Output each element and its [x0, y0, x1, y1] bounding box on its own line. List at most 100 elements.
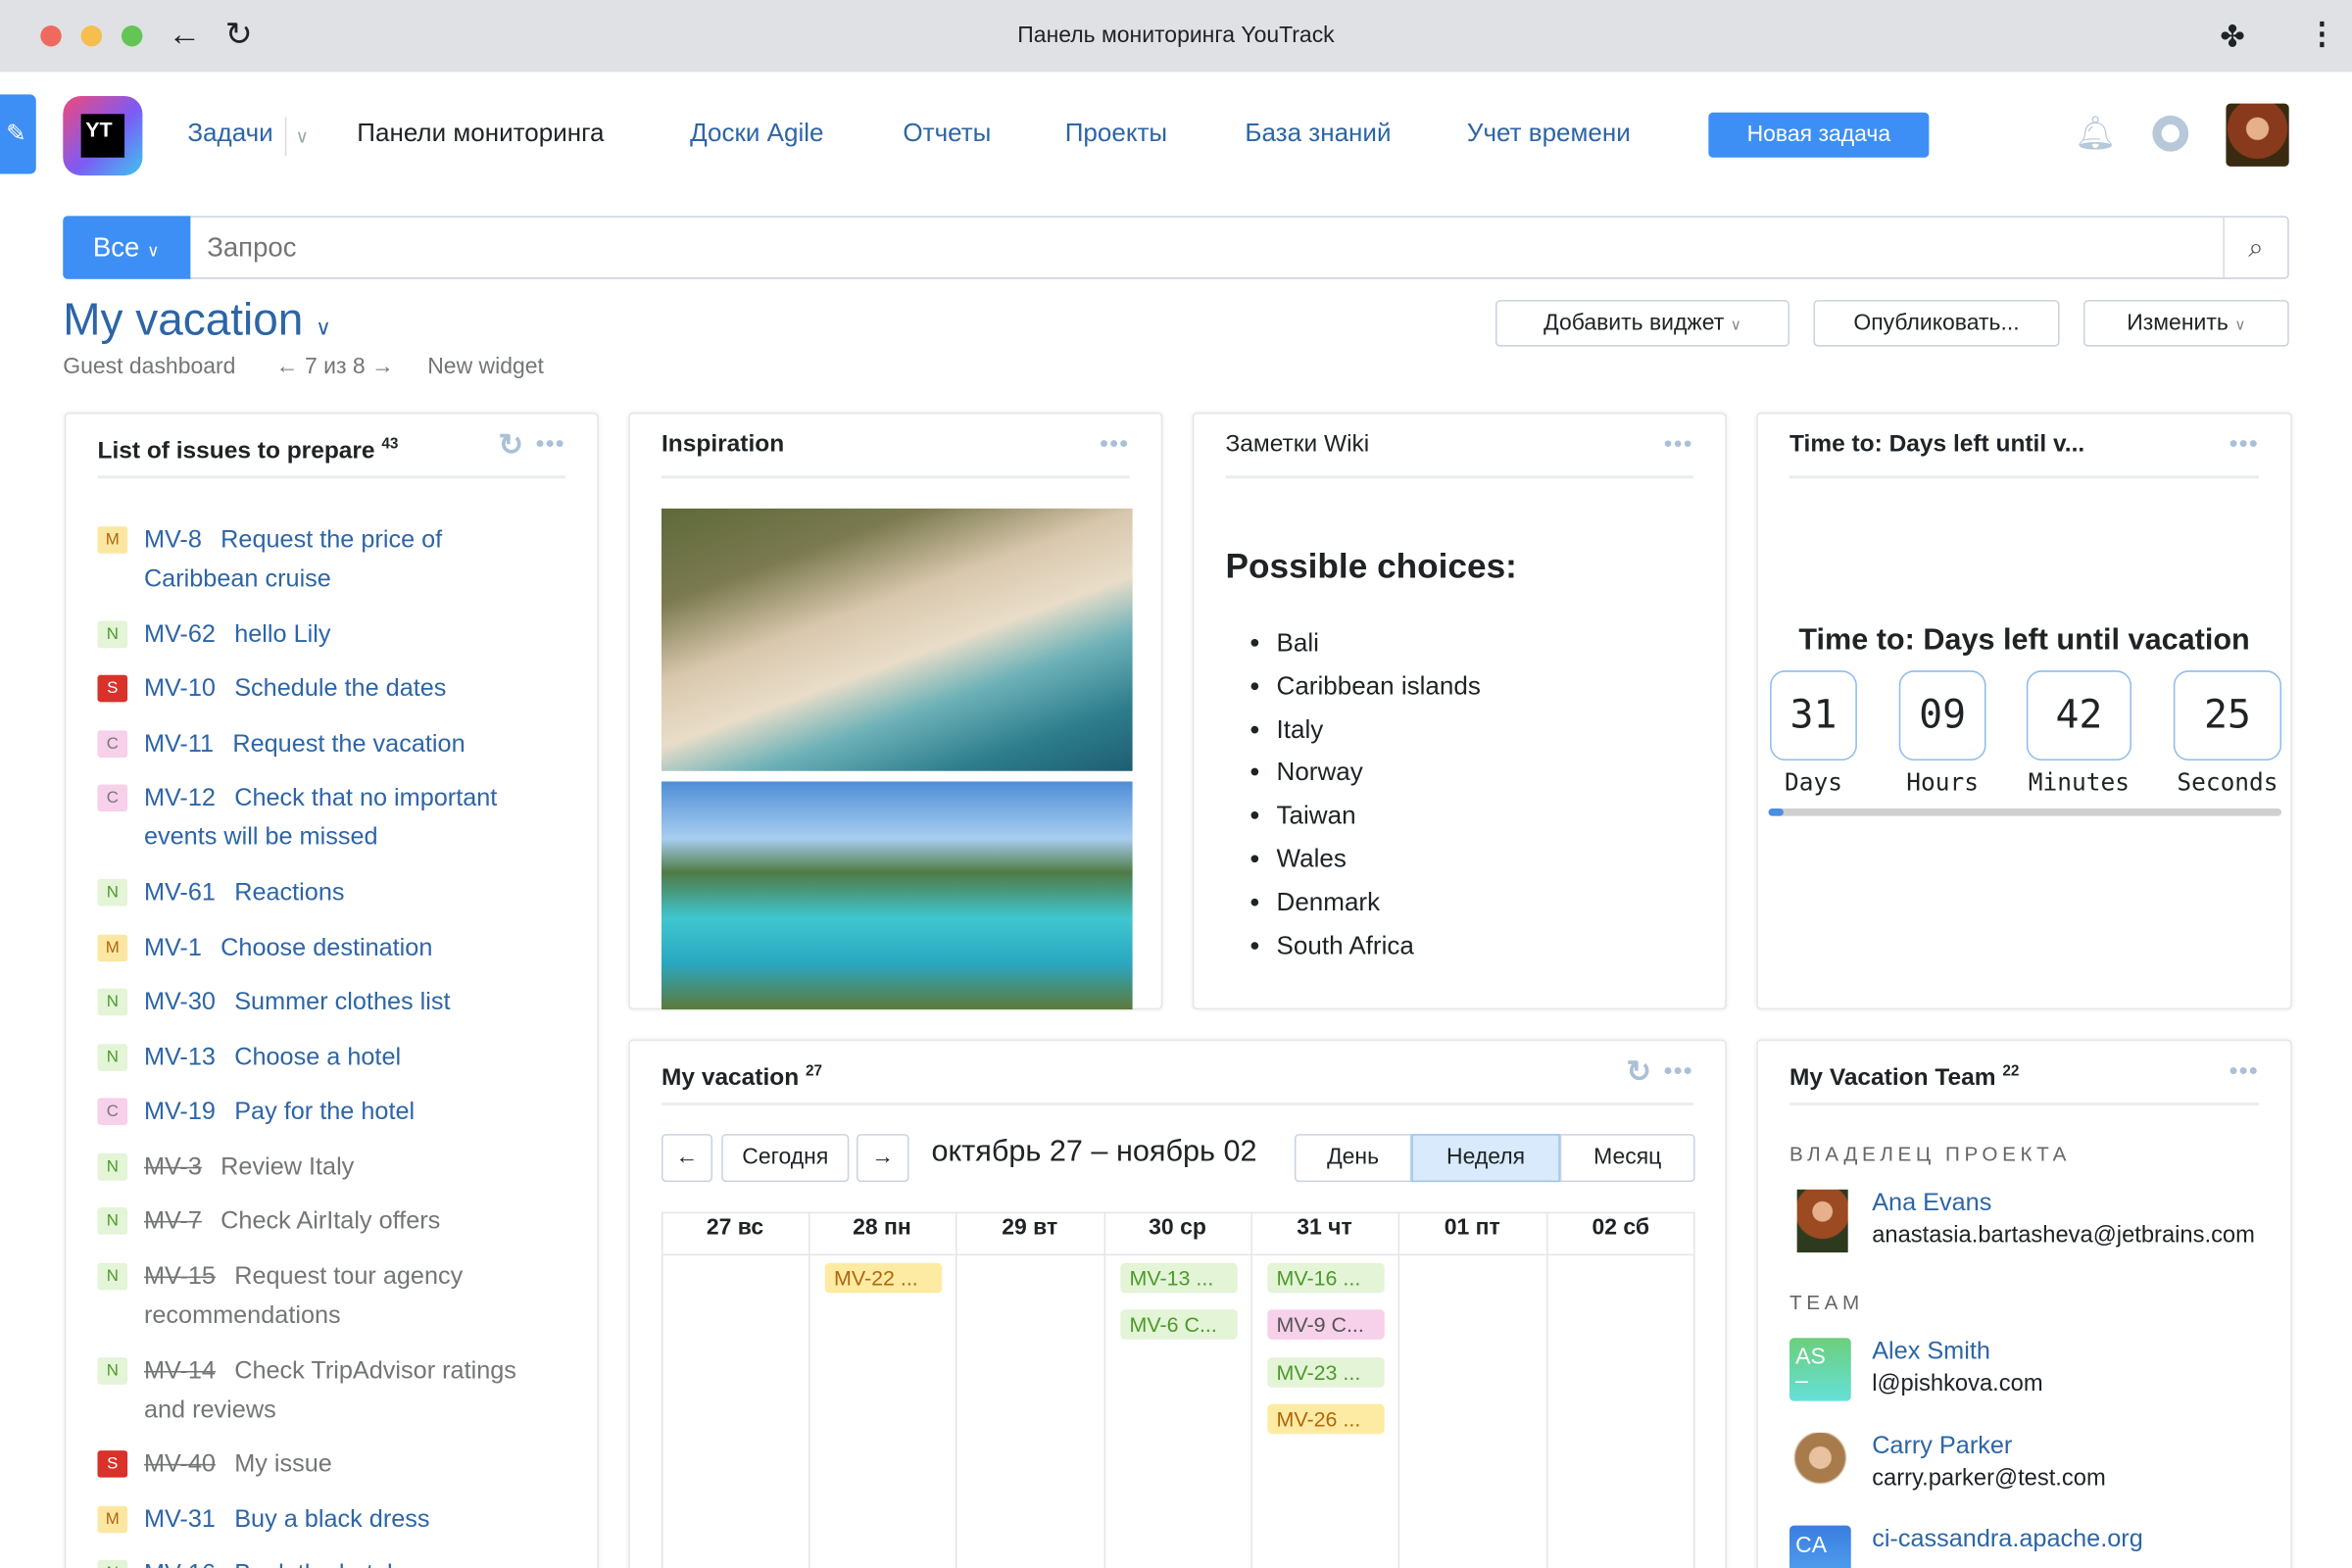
refresh-icon[interactable]: ↻: [1627, 1041, 1652, 1103]
view-week-tab[interactable]: Неделя: [1411, 1134, 1560, 1183]
nav-agile-boards[interactable]: Доски Agile: [690, 119, 823, 149]
calendar-event[interactable]: MV-13 ...: [1120, 1262, 1238, 1294]
widget-menu-icon[interactable]: •••: [536, 414, 565, 476]
publish-button[interactable]: Опубликовать...: [1813, 300, 2060, 347]
refresh-icon[interactable]: ↻: [499, 414, 524, 476]
nav-issues[interactable]: Задачи: [187, 119, 272, 149]
view-month-tab[interactable]: Месяц: [1559, 1134, 1695, 1183]
member-name[interactable]: Alex Smith: [1872, 1338, 1990, 1366]
issues-chevron-down-icon[interactable]: ∨: [284, 117, 309, 157]
issue-summary[interactable]: hello Lily: [234, 621, 330, 649]
issue-id[interactable]: MV-62: [144, 621, 216, 649]
issue-item[interactable]: N MV-14 Check TripAdvisor ratings and rev…: [97, 1351, 547, 1430]
calendar-event[interactable]: MV-26 ...: [1267, 1403, 1385, 1435]
nav-reports[interactable]: Отчеты: [903, 119, 991, 149]
issue-item[interactable]: M MV-8 Request the price of Caribbean cru…: [97, 520, 547, 599]
issue-id[interactable]: MV-19: [144, 1098, 216, 1125]
search-input[interactable]: [191, 217, 2221, 278]
nav-knowledge-base[interactable]: База знаний: [1245, 119, 1391, 149]
edit-button[interactable]: Изменить ∨: [2083, 300, 2289, 347]
issue-summary[interactable]: Summer clothes list: [234, 989, 450, 1016]
issue-id[interactable]: MV-13: [144, 1044, 216, 1071]
issue-summary[interactable]: Schedule the dates: [234, 675, 446, 703]
issue-item[interactable]: N MV-30 Summer clothes list: [97, 983, 547, 1022]
nav-dashboards[interactable]: Панели мониторинга: [357, 119, 604, 149]
user-avatar[interactable]: [2226, 103, 2289, 167]
member-name[interactable]: ci-cassandra.apache.org: [1872, 1526, 2143, 1554]
issue-id[interactable]: MV-15: [144, 1263, 216, 1291]
issue-item[interactable]: M MV-31 Buy a black dress: [97, 1500, 547, 1540]
issue-id[interactable]: MV-30: [144, 989, 216, 1016]
search-scope-select[interactable]: Все ∨: [63, 216, 191, 279]
issue-id[interactable]: MV-1: [144, 935, 202, 962]
issue-item[interactable]: N MV-16 Book the hotel: [97, 1554, 547, 1568]
calendar-event[interactable]: MV-16 ...: [1267, 1262, 1385, 1294]
issue-id[interactable]: MV-12: [144, 785, 216, 812]
issue-item[interactable]: S MV-10 Schedule the dates: [97, 669, 547, 709]
next-dashboard-icon[interactable]: →: [371, 354, 394, 379]
help-icon[interactable]: [2152, 115, 2189, 152]
dashboard-title[interactable]: My vacation ∨: [63, 296, 330, 347]
issue-id[interactable]: MV-10: [144, 675, 216, 703]
issue-item[interactable]: N MV-62 hello Lily: [97, 615, 547, 655]
calendar-event[interactable]: MV-9 C...: [1267, 1309, 1385, 1341]
calendar-event[interactable]: MV-6 C...: [1120, 1309, 1238, 1341]
issue-item[interactable]: N MV-61 Reactions: [97, 873, 547, 912]
widget-menu-icon[interactable]: •••: [1100, 414, 1129, 476]
issue-summary[interactable]: Review Italy: [220, 1153, 354, 1181]
widget-menu-icon[interactable]: •••: [1664, 414, 1693, 476]
widget-menu-icon[interactable]: •••: [1664, 1041, 1693, 1103]
hours-label: Hours: [1906, 767, 1979, 797]
issue-id[interactable]: MV-3: [144, 1153, 202, 1181]
issue-id[interactable]: MV-40: [144, 1450, 216, 1478]
issue-summary[interactable]: Reactions: [234, 879, 344, 906]
issue-summary[interactable]: Book the hotel: [234, 1560, 392, 1568]
youtrack-logo[interactable]: YT: [63, 95, 143, 176]
issue-item[interactable]: C MV-11 Request the vacation: [97, 724, 547, 763]
issue-item[interactable]: S MV-40 My issue: [97, 1445, 547, 1484]
browser-menu-icon[interactable]: ⋮: [2307, 15, 2337, 52]
prev-dashboard-icon[interactable]: ←: [276, 354, 299, 379]
issue-id[interactable]: MV-8: [144, 526, 202, 554]
issue-summary[interactable]: Choose a hotel: [234, 1044, 401, 1071]
issue-item[interactable]: N MV-15 Request tour agency recommendatio…: [97, 1257, 547, 1336]
new-issue-button[interactable]: Новая задача: [1708, 112, 1930, 158]
issue-id[interactable]: MV-31: [144, 1506, 216, 1534]
issue-id[interactable]: MV-11: [144, 730, 214, 758]
issue-summary[interactable]: My issue: [234, 1450, 332, 1478]
issue-item[interactable]: N MV-3 Review Italy: [97, 1148, 547, 1187]
calendar-event[interactable]: MV-22 ...: [824, 1262, 943, 1294]
widget-menu-icon[interactable]: •••: [2230, 1041, 2259, 1103]
issue-item[interactable]: N MV-13 Choose a hotel: [97, 1038, 547, 1077]
issue-summary[interactable]: Pay for the hotel: [234, 1098, 415, 1125]
issue-item[interactable]: C MV-12 Check that no important events wi…: [97, 778, 547, 857]
issue-summary[interactable]: Request the vacation: [232, 730, 465, 758]
issue-id[interactable]: MV-61: [144, 879, 216, 906]
view-day-tab[interactable]: День: [1294, 1134, 1412, 1183]
member-name[interactable]: Ana Evans: [1872, 1190, 1991, 1218]
next-week-button[interactable]: →: [856, 1134, 909, 1183]
nav-projects[interactable]: Проекты: [1065, 119, 1167, 149]
prev-week-button[interactable]: ←: [661, 1134, 713, 1183]
calendar-event[interactable]: MV-23 ...: [1267, 1356, 1385, 1388]
extensions-puzzle-icon[interactable]: ✤: [2220, 18, 2245, 55]
bell-icon[interactable]: 🔔︎: [2075, 114, 2117, 153]
owner-member: Ana Evans anastasia.bartasheva@jetbrains…: [1789, 1189, 2299, 1257]
issue-id[interactable]: MV-16: [144, 1560, 216, 1568]
issue-summary[interactable]: Check AirItaly offers: [220, 1207, 440, 1235]
today-button[interactable]: Сегодня: [721, 1134, 850, 1183]
nav-time-tracking[interactable]: Учет времени: [1467, 119, 1631, 149]
issue-item[interactable]: C MV-19 Pay for the hotel: [97, 1092, 547, 1131]
issue-summary[interactable]: Choose destination: [220, 935, 432, 962]
search-icon[interactable]: ⌕: [2223, 217, 2287, 278]
widget-menu-icon[interactable]: •••: [2230, 414, 2259, 476]
new-widget-link[interactable]: New widget: [427, 354, 544, 379]
add-widget-button[interactable]: Добавить виджет ∨: [1495, 300, 1790, 347]
issue-id[interactable]: MV-7: [144, 1207, 202, 1235]
issue-item[interactable]: N MV-7 Check AirItaly offers: [97, 1201, 547, 1241]
feather-icon[interactable]: ✎: [0, 94, 36, 174]
issue-id[interactable]: MV-14: [144, 1357, 216, 1385]
member-name[interactable]: Carry Parker: [1872, 1433, 2012, 1461]
issue-summary[interactable]: Buy a black dress: [234, 1506, 429, 1534]
issue-item[interactable]: M MV-1 Choose destination: [97, 928, 547, 967]
